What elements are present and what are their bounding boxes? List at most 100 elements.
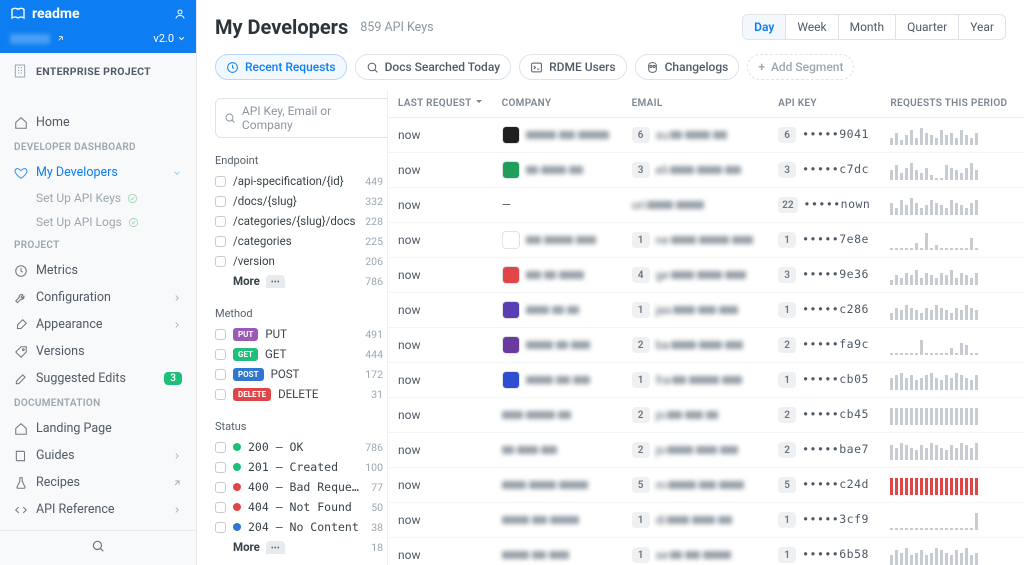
table-header[interactable]: EMAIL xyxy=(622,90,769,118)
table-menu[interactable]: ⋮ xyxy=(1017,90,1024,118)
table-row[interactable]: now 2jo 2•••••bae7 xyxy=(388,433,1024,468)
sidebar-item-guides[interactable]: Guides xyxy=(0,442,196,469)
chevron-right-icon xyxy=(172,505,182,515)
table-row[interactable]: now 2ba 2•••••fa9c xyxy=(388,328,1024,363)
sidebar-subitem[interactable]: Set Up API Keys xyxy=(0,186,196,210)
cell-requests xyxy=(880,153,1017,188)
sidebar-home[interactable]: Home xyxy=(0,109,196,136)
segment-chip-docs-searched-today[interactable]: Docs Searched Today xyxy=(355,54,512,80)
table-row[interactable]: now 1se 1•••••6b58 xyxy=(388,538,1024,565)
external-icon xyxy=(172,478,182,488)
cell-apikey: 5•••••c24d xyxy=(768,468,880,503)
sparkline xyxy=(890,510,1007,530)
search-input[interactable]: API Key, Email or Company xyxy=(215,98,387,138)
period-day[interactable]: Day xyxy=(743,15,785,39)
sidebar-item-suggested-edits[interactable]: Suggested Edits3 xyxy=(0,365,196,392)
filter-status-row[interactable]: 400 – Bad Request77 xyxy=(215,477,383,497)
cell-requests xyxy=(880,433,1017,468)
sidebar-item-my-developers[interactable]: My Developers xyxy=(0,159,196,186)
filter-method-row[interactable]: PUTPUT491 xyxy=(215,324,383,344)
add-segment-label: Add Segment xyxy=(771,60,844,74)
cell-email: 1fra xyxy=(622,363,769,398)
table-row[interactable]: now 1jas 1•••••c286 xyxy=(388,293,1024,328)
page-header: My Developers 859 API Keys DayWeekMonthQ… xyxy=(197,0,1024,50)
filter-endpoint-row[interactable]: /api-specification/{id}449 xyxy=(215,171,383,191)
sidebar-item-appearance[interactable]: Appearance xyxy=(0,311,196,338)
status-dot xyxy=(233,523,241,531)
segment-chip-recent-requests[interactable]: Recent Requests xyxy=(215,54,347,80)
cell-requests xyxy=(880,188,1017,223)
table-header[interactable]: REQUESTS THIS PERIOD xyxy=(880,90,1017,118)
table-row[interactable]: now 1fra 1•••••cb05 xyxy=(388,363,1024,398)
table-row[interactable]: now 5m 5•••••c24d xyxy=(388,468,1024,503)
company-logo xyxy=(502,371,520,389)
cell-last-request: now xyxy=(388,503,492,538)
blurred-text xyxy=(502,408,574,422)
table-row[interactable]: now 3eli 3•••••c7dc xyxy=(388,153,1024,188)
filter-endpoint-row[interactable]: /categories/{slug}/docs228 xyxy=(215,211,383,231)
sidebar-search-footer[interactable] xyxy=(0,530,196,565)
period-quarter[interactable]: Quarter xyxy=(895,15,958,39)
filter-status-row[interactable]: 200 – OK786 xyxy=(215,437,383,457)
sidebar-item-versions[interactable]: Versions xyxy=(0,338,196,365)
filter-endpoint-row[interactable]: /version206 xyxy=(215,251,383,271)
count-badge: 5 xyxy=(632,477,650,493)
sidebar-item-landing-page[interactable]: Landing Page xyxy=(0,415,196,442)
sidebar-subitem[interactable]: Set Up API Logs xyxy=(0,210,196,234)
filter-status-row[interactable]: 404 – Not Found50 xyxy=(215,497,383,517)
sidebar-item-label: Versions xyxy=(36,344,85,359)
table-row[interactable]: now 6su 6•••••9041 xyxy=(388,118,1024,153)
segment-chips: Recent Requests Docs Searched Today RDME U… xyxy=(197,50,1024,90)
version-label: v2.0 xyxy=(153,32,174,45)
sparkline xyxy=(890,440,1007,460)
project-selector[interactable]: v2.0 xyxy=(0,28,196,53)
sidebar: readme v2.0 ENTERPRISE PROJECT Home DEVE… xyxy=(0,0,197,565)
table-row[interactable]: now 1di 1•••••3cf9 xyxy=(388,503,1024,538)
blurred-text: jo xyxy=(656,408,722,422)
search-placeholder: API Key, Email or Company xyxy=(242,104,384,132)
cell-company xyxy=(492,118,622,153)
segment-chip-changelogs[interactable]: Changelogs xyxy=(635,54,740,80)
count-badge: 2 xyxy=(778,407,796,423)
table-header[interactable]: API KEY xyxy=(768,90,880,118)
table-row[interactable]: now 2jo 2•••••cb45 xyxy=(388,398,1024,433)
table-header[interactable]: COMPANY xyxy=(492,90,622,118)
filter-status-row[interactable]: 201 – Created100 xyxy=(215,457,383,477)
filter-endpoint-row[interactable]: /docs/{slug}332 xyxy=(215,191,383,211)
cell-last-request: now xyxy=(388,328,492,363)
filter-more[interactable]: More •••18 xyxy=(215,537,383,557)
code-icon xyxy=(14,503,28,517)
filter-method-row[interactable]: POSTPOST172 xyxy=(215,364,383,384)
filter-status-row[interactable]: 204 – No Content38 xyxy=(215,517,383,537)
sidebar-item-recipes[interactable]: Recipes xyxy=(0,469,196,496)
blurred-text xyxy=(526,163,586,177)
developers-table: LAST REQUESTCOMPANYEMAILAPI KEYREQUESTS … xyxy=(388,90,1024,565)
sidebar-item-configuration[interactable]: Configuration xyxy=(0,284,196,311)
filter-method-row[interactable]: GETGET444 xyxy=(215,344,383,364)
count-badge: 2 xyxy=(632,442,650,458)
sidebar-item-metrics[interactable]: Metrics xyxy=(0,257,196,284)
blurred-text: eli xyxy=(656,163,744,177)
cell-last-request: now xyxy=(388,223,492,258)
period-month[interactable]: Month xyxy=(838,15,895,39)
period-year[interactable]: Year xyxy=(958,15,1005,39)
cell-company xyxy=(492,363,622,398)
cell-company xyxy=(492,258,622,293)
table-row[interactable]: now 4ge 3•••••9e36 xyxy=(388,258,1024,293)
filter-more[interactable]: More •••786 xyxy=(215,271,383,291)
filter-method-row[interactable]: DELETEDELETE31 xyxy=(215,384,383,404)
filter-endpoint-row[interactable]: /categories225 xyxy=(215,231,383,251)
chip-label: Recent Requests xyxy=(245,60,336,74)
table-row[interactable]: now — uri 22•••••nown xyxy=(388,188,1024,223)
segment-chip-rdme-users[interactable]: RDME Users xyxy=(519,54,627,80)
table-row[interactable]: now 1ne 1•••••7e8e xyxy=(388,223,1024,258)
company-logo xyxy=(502,126,520,144)
table-header[interactable]: LAST REQUEST xyxy=(388,90,492,118)
period-week[interactable]: Week xyxy=(785,15,837,39)
clock-icon xyxy=(14,264,28,278)
add-segment-button[interactable]: +Add Segment xyxy=(747,54,854,80)
cell-apikey: 1•••••3cf9 xyxy=(768,503,880,538)
sidebar-item-api-reference[interactable]: API Reference xyxy=(0,496,196,523)
heart-icon xyxy=(14,166,28,180)
user-icon[interactable] xyxy=(174,8,186,20)
